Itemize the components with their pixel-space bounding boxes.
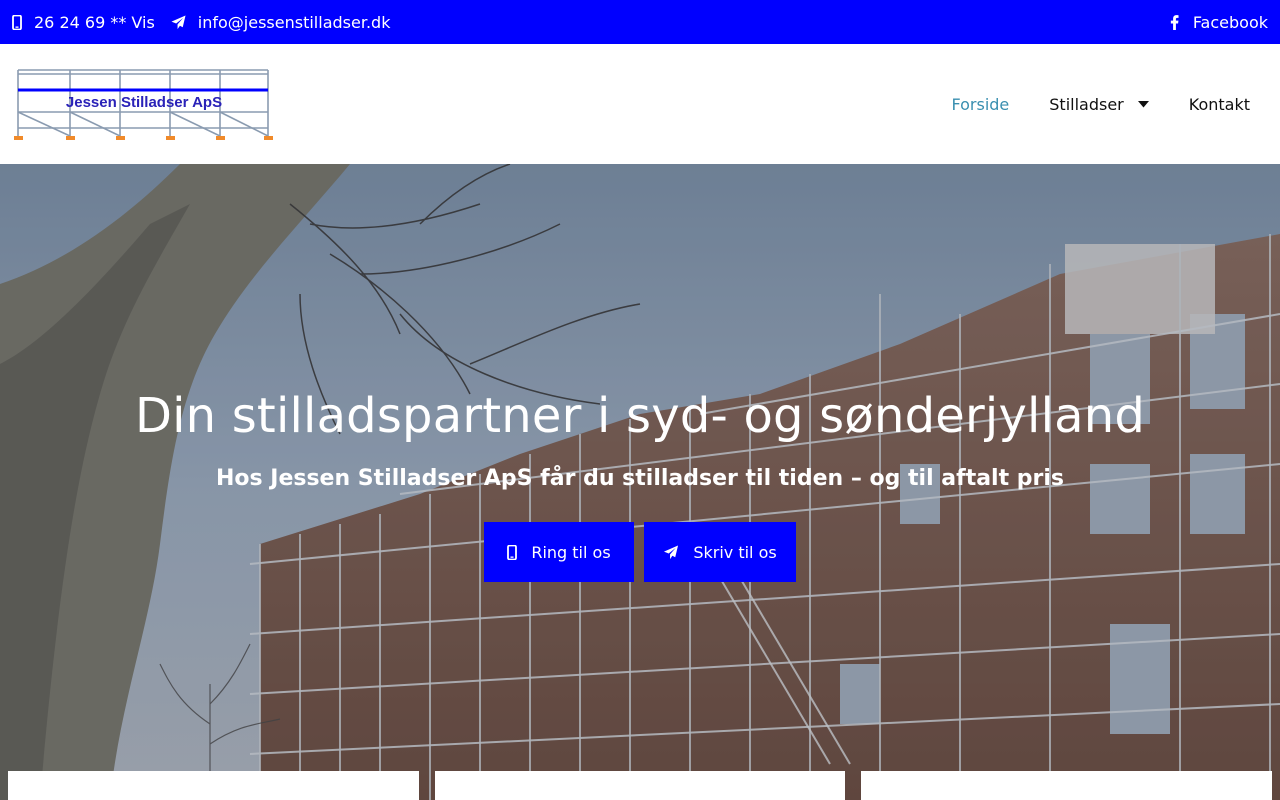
feature-card (861, 771, 1272, 800)
facebook-text: Facebook (1192, 12, 1268, 32)
nav-item-stilladser[interactable]: Stilladser (1049, 94, 1149, 114)
nav-label: Forside (951, 94, 1010, 114)
logo-text: Jessen Stilladser ApS (66, 94, 222, 111)
nav-label: Kontakt (1188, 94, 1250, 114)
site-header: Jessen Stilladser ApS Forside Stilladser… (0, 44, 1280, 164)
nav-item-kontakt[interactable]: Kontakt (1189, 95, 1250, 114)
feature-card (8, 771, 419, 800)
site-logo[interactable]: Jessen Stilladser ApS (14, 66, 274, 142)
phone-link[interactable]: 26 24 69 ** Vis (12, 13, 155, 32)
facebook-link[interactable]: Facebook (1170, 13, 1268, 32)
nav-item-forside[interactable]: Forside (951, 95, 1009, 114)
paper-plane-icon (664, 544, 679, 559)
email-text: info@jessenstilladser.dk (197, 12, 391, 32)
mobile-icon (507, 544, 518, 560)
email-link[interactable]: info@jessenstilladser.dk (171, 12, 391, 32)
main-nav: Forside Stilladser Kontakt (911, 44, 1250, 164)
call-button-label: Ring til os (531, 542, 611, 562)
top-contact-bar: 26 24 69 ** Vis info@jessenstilladser.dk… (0, 0, 1280, 44)
facebook-icon (1170, 14, 1179, 30)
write-button[interactable]: Skriv til os (644, 522, 796, 582)
feature-card (435, 771, 845, 800)
call-button[interactable]: Ring til os (484, 522, 634, 582)
hero-section: Din stilladspartner i syd- og sønderjyll… (0, 164, 1280, 800)
nav-label: Stilladser (1049, 94, 1124, 114)
mobile-icon (12, 14, 22, 30)
caret-down-icon (1137, 100, 1149, 107)
paper-plane-icon (171, 14, 186, 29)
write-button-label: Skriv til os (693, 542, 777, 562)
hero-subtitle: Hos Jessen Stilladser ApS får du stillad… (215, 466, 1065, 491)
hero-title: Din stilladspartner i syd- og sønderjyll… (134, 388, 1146, 444)
phone-text: 26 24 69 ** Vis (34, 12, 155, 32)
